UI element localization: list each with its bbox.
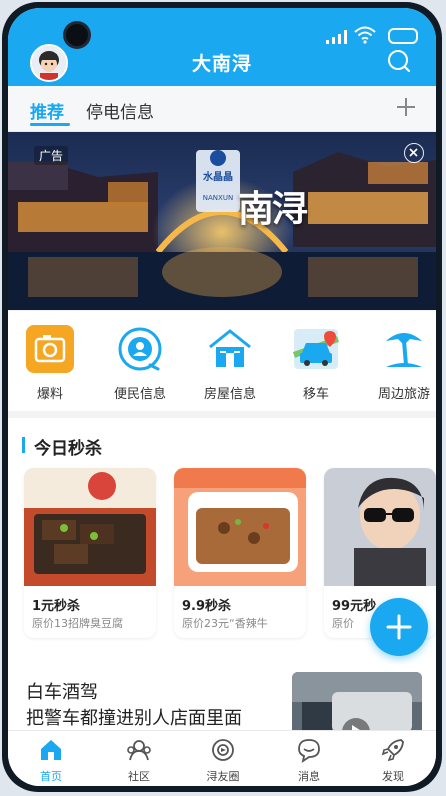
signal-icon [326,30,347,44]
bottom-navigation: 首页 社区 浔友圈 消息 发现 [8,730,436,786]
banner-logo-text: 水晶晶 [203,172,233,183]
nav-label: 发现 [382,770,404,783]
tab-power-outage[interactable]: 停电信息 [86,98,154,123]
flash-sale-card[interactable]: 9.9秒杀 原价23元“香辣牛 [174,468,306,638]
quick-action-move-car[interactable]: 移车 [276,325,356,402]
product-image [174,468,306,586]
news-headline-line-1: 白车酒驾 [26,682,98,703]
quick-action-convenience[interactable]: 便民信息 [100,325,180,402]
camera-icon [26,325,74,373]
banner-headline: 南浔 [238,188,308,230]
news-headline-line-2: 把警车都撞进别人店面里面 [26,708,242,729]
person-icon [118,327,162,371]
quick-action-travel[interactable]: 周边旅游 [364,325,436,402]
quick-actions: 爆料 便民信息 房屋信息 移车 周边旅游 [8,311,436,411]
floating-add-button[interactable] [370,598,428,656]
page-title: 大南浔 [191,53,252,75]
nav-label: 首页 [40,770,62,783]
house-icon [209,329,251,367]
quick-action-label: 房屋信息 [203,387,256,402]
section-marker [22,437,25,453]
car-icon [292,329,340,369]
ad-label: 广告 [34,146,69,165]
tab-recommend[interactable]: 推荐 [30,98,64,123]
product-image [324,468,436,586]
quick-action-label: 移车 [302,387,329,402]
tab-bar: 推荐 停电信息 [8,86,436,132]
screen: 大南浔 推荐 停电信息 广告 水晶晶 NANXUN 南浔 爆料 便民信息 房屋信… [8,8,436,786]
section-divider [8,411,436,418]
nav-discover[interactable]: 发现 [358,737,428,784]
tab-active-indicator [30,123,70,126]
home-icon [41,740,61,760]
top-bar: 大南浔 [8,8,436,86]
add-tab-icon[interactable] [394,95,418,119]
ad-banner[interactable]: 广告 水晶晶 NANXUN 南浔 [8,132,436,310]
plus-icon [386,614,412,640]
quick-action-label: 周边旅游 [377,387,430,402]
flash-sale-card[interactable]: 1元秒杀 原价13招牌臭豆腐 [24,468,156,638]
front-camera [66,24,88,46]
quick-action-report[interactable]: 爆料 [10,325,90,402]
product-image [24,468,156,586]
wifi-icon [354,26,376,44]
banner-image [8,132,436,310]
card-original-price: 原价23元“香辣牛 [182,617,268,630]
circle-icon [212,739,234,761]
quick-action-label: 爆料 [36,387,63,402]
nav-label: 社区 [128,770,150,783]
nav-community[interactable]: 社区 [104,737,174,784]
card-price: 1元秒杀 [32,599,81,614]
phone-frame: 大南浔 推荐 停电信息 广告 水晶晶 NANXUN 南浔 爆料 便民信息 房屋信… [2,2,442,792]
search-icon[interactable] [386,48,412,74]
community-icon [127,740,151,761]
rocket-icon [381,739,404,762]
message-icon [298,739,320,763]
card-original-price: 原价 [332,617,354,630]
battery-icon [388,28,418,44]
banner-close-button[interactable] [404,143,424,163]
card-original-price: 原价13招牌臭豆腐 [32,617,123,630]
quick-action-housing[interactable]: 房屋信息 [190,325,270,402]
nav-friend-circle[interactable]: 浔友圈 [188,737,258,784]
close-icon [409,148,418,157]
palm-tree-icon [386,333,422,367]
nav-messages[interactable]: 消息 [274,737,344,784]
nav-label: 浔友圈 [206,770,240,783]
nav-label: 消息 [298,770,320,783]
section-title: 今日秒杀 [34,439,102,459]
card-price: 9.9秒杀 [182,599,232,614]
quick-action-label: 便民信息 [113,387,166,402]
nav-home[interactable]: 首页 [16,737,86,784]
banner-logo-subtitle: NANXUN [202,194,234,202]
